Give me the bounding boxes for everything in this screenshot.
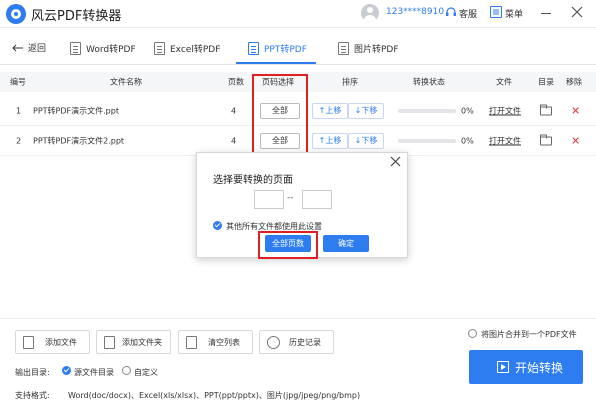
back-button[interactable]: 返回 bbox=[12, 41, 46, 54]
row-pages: 4 bbox=[231, 106, 237, 115]
progress-percent: 0% bbox=[461, 106, 474, 115]
start-convert-label: 开始转换 bbox=[515, 361, 564, 375]
clear-list-label: 清空列表 bbox=[208, 338, 240, 347]
folder-icon[interactable] bbox=[540, 104, 552, 115]
page-select-highlight bbox=[252, 74, 308, 158]
app-logo-icon bbox=[6, 4, 26, 24]
divider bbox=[0, 318, 596, 319]
move-down-button[interactable]: ↓下移 bbox=[348, 132, 384, 149]
headset-icon[interactable] bbox=[445, 6, 457, 18]
start-convert-button[interactable]: 开始转换 bbox=[469, 350, 583, 384]
add-file-label: 添加文件 bbox=[45, 338, 77, 347]
tab-label: Word转PDF bbox=[86, 44, 136, 55]
progress-bar bbox=[398, 108, 456, 113]
open-file-link[interactable]: 打开文件 bbox=[489, 105, 521, 116]
back-label: 返回 bbox=[28, 44, 47, 54]
file-add-icon bbox=[23, 336, 34, 349]
minimize-icon[interactable] bbox=[541, 13, 551, 14]
all-pages-highlight bbox=[258, 231, 318, 259]
remove-icon[interactable]: ✕ bbox=[571, 104, 580, 117]
output-dir-label: 输出目录: bbox=[15, 368, 50, 377]
document-icon bbox=[70, 41, 81, 55]
page-from-input[interactable] bbox=[254, 190, 284, 209]
service-link[interactable]: 客服 bbox=[459, 7, 477, 20]
tab-label: Excel转PDF bbox=[170, 44, 221, 55]
row-filename: PPT转PDF演示文件2.ppt bbox=[33, 136, 125, 145]
tab-ppt-to-pdf[interactable]: PPT转PDF bbox=[248, 39, 307, 57]
tab-label: PPT转PDF bbox=[264, 44, 307, 55]
tab-label: 图片转PDF bbox=[354, 44, 399, 55]
add-folder-button[interactable]: 添加文件夹 bbox=[96, 330, 171, 354]
col-name: 文件名称 bbox=[110, 77, 142, 87]
move-up-button[interactable]: ↑上移 bbox=[312, 132, 348, 149]
page-to-input[interactable] bbox=[302, 190, 332, 209]
col-file: 文件 bbox=[496, 77, 512, 87]
formats-label: 支持格式: bbox=[15, 391, 50, 400]
clock-icon bbox=[267, 336, 280, 349]
menu-icon[interactable] bbox=[490, 6, 502, 18]
source-dir-radio[interactable] bbox=[62, 366, 71, 375]
play-icon bbox=[497, 361, 509, 373]
row-filename: PPT转PDF演示文件.ppt bbox=[33, 106, 119, 115]
tab-word-to-pdf[interactable]: Word转PDF bbox=[70, 39, 136, 57]
formats-value: Word(doc/docx)、Excel(xls/xlsx)、PPT(ppt/p… bbox=[68, 391, 361, 400]
source-dir-label: 源文件目录 bbox=[74, 368, 114, 377]
move-up-button[interactable]: ↑上移 bbox=[312, 102, 348, 119]
active-tab-indicator bbox=[236, 62, 316, 64]
window-close-icon[interactable] bbox=[571, 6, 583, 18]
range-separator: -- bbox=[287, 193, 294, 203]
app-title: 风云PDF转换器 bbox=[31, 9, 122, 24]
row-index: 1 bbox=[16, 106, 22, 115]
trash-icon bbox=[186, 336, 197, 349]
col-index: 编号 bbox=[10, 77, 26, 87]
add-file-button[interactable]: 添加文件 bbox=[15, 330, 90, 354]
menu-link[interactable]: 菜单 bbox=[505, 7, 523, 20]
merge-images-label: 将图片合并到一个PDF文件 bbox=[481, 330, 577, 339]
apply-all-checkbox[interactable] bbox=[213, 221, 222, 230]
tab-excel-to-pdf[interactable]: Excel转PDF bbox=[154, 39, 220, 57]
title-bar: 风云PDF转换器 123****8910 客服 菜单 bbox=[0, 0, 596, 28]
col-pages: 页数 bbox=[228, 77, 244, 87]
history-button[interactable]: 历史记录 bbox=[259, 330, 334, 354]
arrow-left-icon bbox=[12, 44, 23, 51]
progress-bar bbox=[398, 138, 456, 143]
document-icon bbox=[154, 41, 165, 55]
col-remove: 移除 bbox=[566, 77, 582, 87]
user-account[interactable]: 123****8910 bbox=[386, 7, 444, 17]
image-icon bbox=[338, 41, 349, 55]
confirm-button[interactable]: 确定 bbox=[323, 235, 369, 252]
tab-image-to-pdf[interactable]: 图片转PDF bbox=[338, 39, 399, 57]
row-pages: 4 bbox=[231, 136, 237, 145]
move-down-button[interactable]: ↓下移 bbox=[348, 102, 384, 119]
history-label: 历史记录 bbox=[289, 338, 321, 347]
custom-dir-radio[interactable] bbox=[122, 366, 131, 375]
progress-percent: 0% bbox=[461, 136, 474, 145]
folder-icon[interactable] bbox=[540, 134, 552, 145]
open-file-link[interactable]: 打开文件 bbox=[489, 135, 521, 146]
merge-images-radio[interactable] bbox=[468, 329, 477, 338]
col-order: 排序 bbox=[342, 77, 358, 87]
row-index: 2 bbox=[16, 136, 22, 145]
remove-icon[interactable]: ✕ bbox=[571, 134, 580, 147]
dialog-title: 选择要转换的页面 bbox=[213, 175, 293, 186]
dialog-close-icon[interactable] bbox=[390, 156, 401, 167]
folder-add-icon bbox=[104, 336, 115, 349]
custom-dir-label: 自定义 bbox=[134, 368, 158, 377]
document-icon bbox=[248, 41, 259, 55]
tab-bar: 返回 Word转PDF Excel转PDF PPT转PDF 图片转PDF bbox=[0, 29, 596, 65]
col-dir: 目录 bbox=[538, 77, 554, 87]
add-folder-label: 添加文件夹 bbox=[122, 338, 162, 347]
col-status: 转换状态 bbox=[413, 77, 445, 87]
user-avatar-icon[interactable] bbox=[361, 4, 379, 22]
clear-list-button[interactable]: 清空列表 bbox=[178, 330, 253, 354]
